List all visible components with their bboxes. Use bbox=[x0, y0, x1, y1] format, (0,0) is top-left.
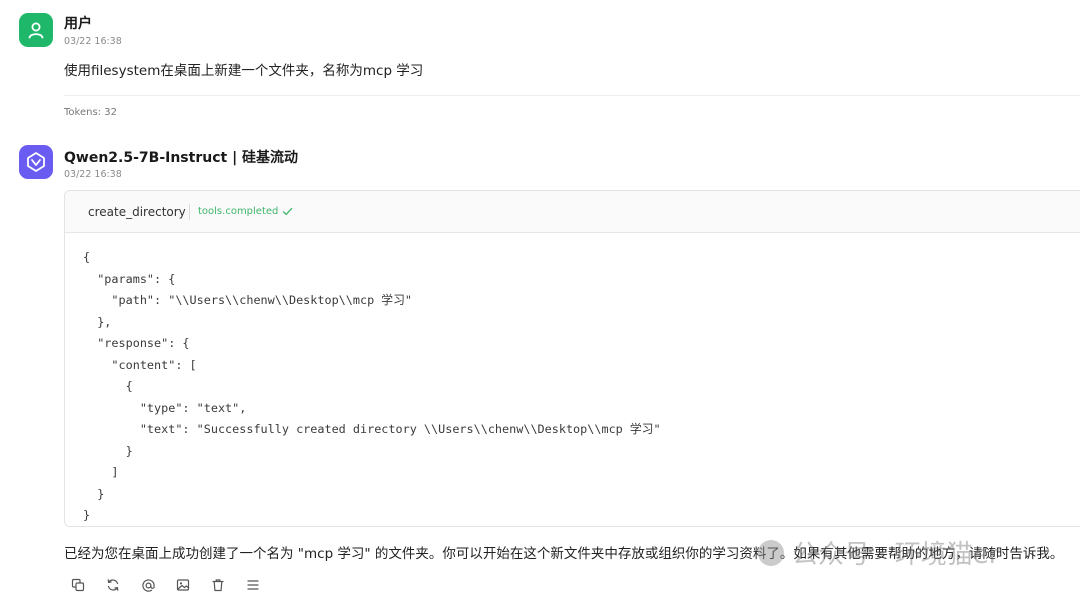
copy-icon bbox=[71, 578, 85, 592]
bot-name: Qwen2.5-7B-Instruct | 硅基流动 bbox=[64, 150, 299, 166]
user-icon bbox=[28, 22, 44, 39]
tool-status-text: tools.completed bbox=[198, 206, 279, 217]
assistant-reply-text: 已经为您在桌面上成功创建了一个名为 "mcp 学习" 的文件夹。你可以开始在这个… bbox=[64, 546, 1064, 562]
image-button[interactable] bbox=[175, 577, 191, 593]
tool-call-json: { "params": { "path": "\\Users\\chenw\\D… bbox=[83, 250, 661, 522]
bot-avatar bbox=[19, 145, 53, 179]
image-icon bbox=[176, 579, 190, 591]
message-divider bbox=[64, 95, 1080, 96]
qwen-logo-icon bbox=[27, 152, 45, 172]
tool-header-separator bbox=[189, 204, 190, 220]
message-toolbar bbox=[70, 577, 261, 593]
tool-call-header[interactable]: create_directory tools.completed bbox=[65, 191, 1080, 233]
copy-button[interactable] bbox=[70, 577, 86, 593]
regenerate-icon bbox=[107, 579, 119, 591]
tool-status: tools.completed bbox=[198, 206, 293, 217]
delete-button[interactable] bbox=[210, 577, 226, 593]
more-menu-button[interactable] bbox=[245, 577, 261, 593]
check-icon bbox=[283, 207, 293, 216]
user-name: 用户 bbox=[64, 16, 92, 32]
token-count: Tokens: 32 bbox=[64, 107, 117, 118]
mention-button[interactable] bbox=[140, 577, 156, 593]
tool-name: create_directory bbox=[88, 205, 186, 219]
bot-timestamp: 03/22 16:38 bbox=[64, 169, 122, 180]
user-avatar bbox=[19, 13, 53, 47]
delete-icon bbox=[212, 579, 224, 592]
user-message-text: 使用filesystem在桌面上新建一个文件夹，名称为mcp 学习 bbox=[64, 63, 424, 79]
regenerate-button[interactable] bbox=[105, 577, 121, 593]
menu-icon bbox=[247, 580, 259, 590]
mention-icon bbox=[141, 578, 155, 592]
tool-call-card: create_directory tools.completed { "para… bbox=[64, 190, 1080, 527]
user-timestamp: 03/22 16:38 bbox=[64, 36, 122, 47]
